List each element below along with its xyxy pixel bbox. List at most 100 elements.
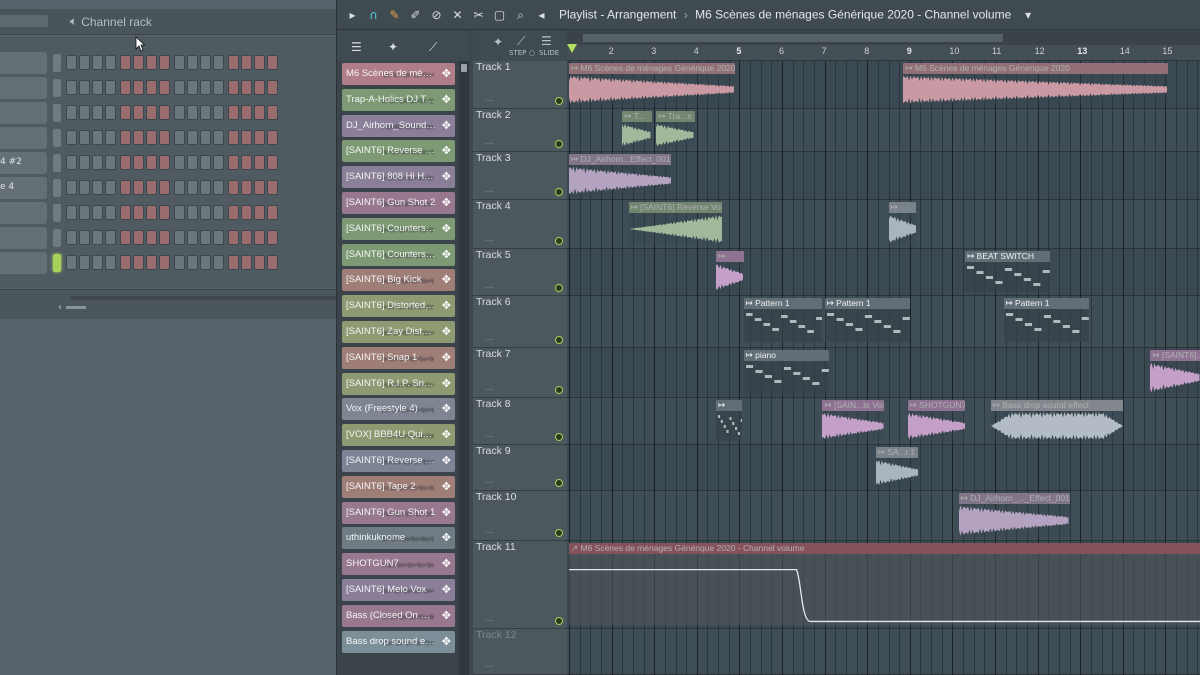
step-button[interactable] — [228, 230, 239, 245]
step-button[interactable] — [92, 55, 103, 70]
clip-header[interactable]: ↦ — [715, 400, 742, 411]
step-button[interactable] — [66, 230, 77, 245]
current-pattern-name[interactable]: M6 Scènes de ménages Générique 2020 - Ch… — [695, 8, 1011, 22]
step-button[interactable] — [267, 80, 278, 95]
channel-select-led[interactable] — [53, 129, 61, 147]
audio-clip[interactable]: ↦ [SAINT6]...n Shot 1 — [1150, 350, 1200, 394]
track-options-icon[interactable]: … — [485, 137, 494, 147]
step-button[interactable] — [267, 105, 278, 120]
pattern-clip[interactable]: ↦ Pattern 1 — [1003, 298, 1089, 342]
step-button[interactable] — [133, 230, 144, 245]
clip-header[interactable]: ↦ DJ_Airhorn...Effect_001 — [569, 154, 672, 165]
picker-clip-item[interactable]: [SAINT6] Reverse Vox ✥ — [342, 140, 455, 163]
automation-clip[interactable]: ↗ M6 Scènes de ménages Générique 2020 - … — [569, 543, 1200, 625]
step-button[interactable] — [254, 55, 265, 70]
step-button[interactable] — [228, 80, 239, 95]
step-button[interactable] — [79, 55, 90, 70]
move-cross-icon[interactable]: ✥ — [442, 583, 451, 596]
step-button[interactable] — [174, 55, 185, 70]
slide-curve-icon[interactable]: ⟋ — [517, 34, 525, 49]
pattern-clip[interactable]: ↦ Pattern 1 — [824, 298, 910, 342]
audio-clip[interactable]: ↦ DJ_Airhorn_..._Effect_001 — [958, 493, 1070, 537]
step-button[interactable] — [228, 130, 239, 145]
step-button[interactable] — [159, 130, 170, 145]
clip-menu-icon[interactable]: ↦ — [1006, 298, 1015, 308]
channel-name-button[interactable] — [0, 252, 47, 274]
step-button[interactable] — [92, 205, 103, 220]
step-button[interactable] — [66, 205, 77, 220]
move-cross-icon[interactable]: ✥ — [442, 67, 451, 80]
track-header[interactable]: Track 2… — [473, 109, 567, 152]
move-cross-icon[interactable]: ✥ — [442, 299, 451, 312]
step-button[interactable] — [241, 130, 252, 145]
step-button[interactable] — [133, 130, 144, 145]
step-button[interactable] — [254, 155, 265, 170]
clip-header[interactable]: ↦ DJ_Airhorn_..._Effect_001 — [958, 493, 1070, 504]
channel-rack-scrollbar[interactable]: ‹ — [0, 289, 336, 319]
track-enable-led[interactable] — [555, 617, 563, 625]
step-button[interactable] — [79, 155, 90, 170]
step-button[interactable] — [105, 130, 116, 145]
step-button[interactable] — [146, 55, 157, 70]
clip-menu-icon[interactable]: ↦ — [658, 111, 667, 121]
step-button[interactable] — [187, 230, 198, 245]
move-cross-icon[interactable]: ✥ — [442, 170, 451, 183]
picker-clip-item[interactable]: Vox (Freestyle 4) ✥ — [342, 398, 455, 421]
step-button[interactable] — [187, 105, 198, 120]
step-button[interactable] — [187, 180, 198, 195]
step-button[interactable] — [187, 255, 198, 270]
step-button[interactable] — [146, 105, 157, 120]
channel-select-led[interactable] — [53, 204, 61, 222]
step-button[interactable] — [120, 55, 131, 70]
step-button[interactable] — [105, 55, 116, 70]
move-cross-icon[interactable]: ✥ — [442, 93, 451, 106]
step-button[interactable] — [146, 80, 157, 95]
picker-clip-item[interactable]: Trap-A-Holics DJ Tags ✥ — [342, 88, 455, 111]
channel-rack-tab[interactable] — [0, 15, 48, 27]
clip-menu-icon[interactable]: ↦ — [961, 493, 970, 503]
channel-name-button[interactable] — [0, 127, 47, 149]
step-button[interactable] — [174, 180, 185, 195]
channel-select-led[interactable] — [53, 229, 61, 247]
picker-clip-item[interactable]: [SAINT6] Tape 2 ✥ — [342, 475, 455, 498]
track-enable-led[interactable] — [555, 336, 563, 344]
step-button[interactable] — [120, 80, 131, 95]
step-button[interactable] — [200, 55, 211, 70]
scroll-left-icon[interactable]: ‹ — [58, 302, 62, 313]
picker-clip-item[interactable]: [SAINT6] R.I.P. Snare ✥ — [342, 372, 455, 395]
step-button[interactable] — [200, 205, 211, 220]
move-cross-icon[interactable]: ✥ — [442, 428, 451, 441]
move-cross-icon[interactable]: ✥ — [442, 609, 451, 622]
step-button[interactable] — [92, 230, 103, 245]
step-button[interactable] — [187, 130, 198, 145]
picker-clip-item[interactable]: [SAINT6] Countersnar... ✥ — [342, 243, 455, 266]
step-button[interactable] — [159, 180, 170, 195]
clip-menu-icon[interactable]: ↦ — [967, 251, 976, 261]
channel-name-button[interactable] — [0, 102, 47, 124]
zoom-icon[interactable]: ⌕ — [513, 7, 528, 22]
step-button[interactable] — [228, 205, 239, 220]
step-button[interactable] — [146, 205, 157, 220]
keys-icon[interactable]: ☰ — [541, 34, 552, 48]
clip-header[interactable]: ↦ Bass drop sound effect — [990, 400, 1123, 411]
step-button[interactable] — [146, 180, 157, 195]
timeline-ruler[interactable]: 2 3 4 5 6 7 8 9 10 11 12 13 14 15 — [567, 31, 1200, 61]
mute-icon[interactable]: ✕ — [450, 7, 465, 22]
step-button[interactable] — [200, 80, 211, 95]
step-button[interactable] — [267, 180, 278, 195]
track-enable-led[interactable] — [555, 188, 563, 196]
step-button[interactable] — [213, 255, 224, 270]
clip-header[interactable]: ↦ M6 Scènes de ménages Générique 2020 — [569, 63, 736, 74]
track-enable-led[interactable] — [555, 237, 563, 245]
step-button[interactable] — [254, 230, 265, 245]
step-button[interactable] — [120, 130, 131, 145]
track-header[interactable]: Track 7… — [473, 348, 567, 398]
step-button[interactable] — [200, 255, 211, 270]
step-button[interactable] — [254, 180, 265, 195]
picker-clip-item[interactable]: [SAINT6] Distorted Ki... ✥ — [342, 295, 455, 318]
clip-menu-icon[interactable]: ↦ — [910, 400, 919, 410]
step-button[interactable] — [79, 230, 90, 245]
picker-clip-item[interactable]: Bass (Closed On Sund... ✥ — [342, 604, 455, 627]
step-button[interactable] — [79, 130, 90, 145]
step-button[interactable] — [146, 155, 157, 170]
